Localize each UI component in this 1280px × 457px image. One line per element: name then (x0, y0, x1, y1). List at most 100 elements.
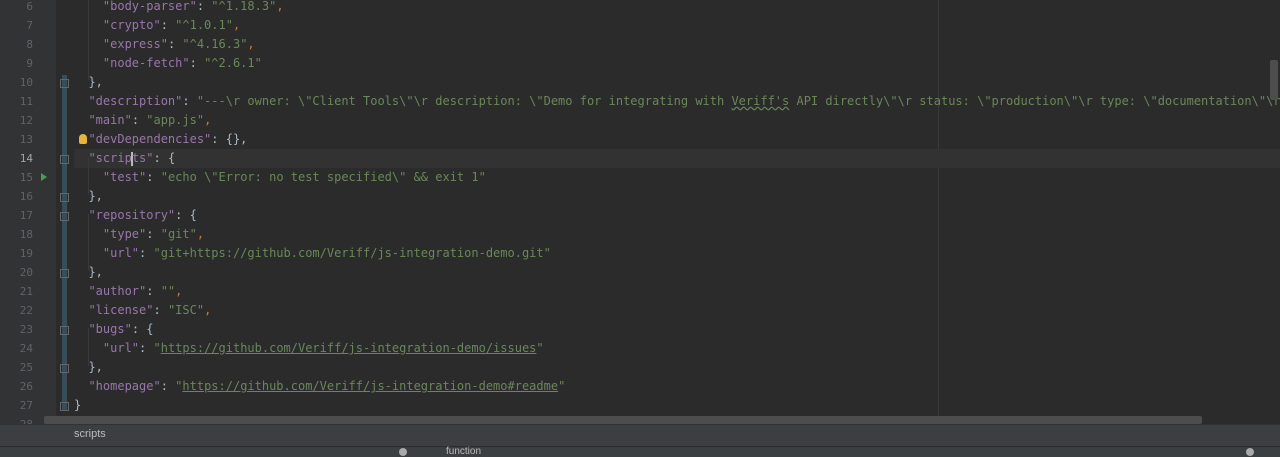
fold-marker-icon[interactable] (60, 193, 69, 202)
code-token: , (204, 303, 212, 317)
code-token: "bugs" (88, 322, 132, 336)
code-line[interactable]: "type": "git", (74, 225, 204, 244)
line-number: 21 (19, 285, 33, 298)
code-line[interactable]: "repository": { (74, 206, 196, 225)
line-number: 10 (19, 76, 33, 89)
code-token: "main" (88, 113, 132, 127)
code-token: ts" (131, 151, 154, 165)
line-gutter[interactable]: 6 7 8 9 10 11 12 13 14 15 16 17 18 19 20 21 22 23 24 25 26 27… (0, 0, 56, 424)
code-token: "^4.16.3" (182, 37, 248, 51)
line-number: 24 (19, 342, 33, 355)
code-token: https://github.com/Veriff/js-integration… (182, 379, 559, 393)
line-number: 6 (26, 0, 33, 13)
line-number: 12 (19, 114, 33, 127)
indent-guide (88, 214, 89, 271)
code-token: "devDependencies" (88, 132, 212, 146)
gear-icon[interactable] (1246, 448, 1254, 456)
code-token: "license" (88, 303, 154, 317)
indent-guide (88, 328, 89, 366)
code-line[interactable]: "node-fetch": "^2.6.1" (74, 54, 262, 73)
vertical-scrollbar[interactable] (1270, 60, 1278, 100)
line-number: 28 (3, 415, 33, 424)
line-number: 22 (19, 304, 33, 317)
code-token: : (167, 37, 183, 51)
breadcrumb-item-scripts[interactable]: scripts (74, 428, 106, 440)
code-token: " (536, 341, 544, 355)
fold-marker-icon[interactable] (60, 155, 69, 164)
fold-marker-icon[interactable] (60, 364, 69, 373)
line-number: 13 (19, 133, 33, 146)
code-token: : { (153, 151, 176, 165)
fold-marker-icon[interactable] (60, 212, 69, 221)
line-number: 18 (19, 228, 33, 241)
code-token: , (204, 113, 212, 127)
code-token: API directly\"\r status: \"production\"\… (789, 94, 1280, 108)
code-token: : (160, 18, 176, 32)
fold-marker-icon[interactable] (60, 269, 69, 278)
indent-guide (88, 0, 89, 80)
code-token: "app.js" (146, 113, 205, 127)
code-token: : (146, 170, 161, 184)
code-token: "url" (102, 341, 140, 355)
code-token: : (160, 379, 176, 393)
code-token: " (558, 379, 566, 393)
line-number: 9 (26, 57, 33, 70)
code-token: "repository" (88, 208, 176, 222)
code-token: : (131, 113, 147, 127)
code-token: "" (160, 284, 176, 298)
code-line[interactable]: "scripts": { (74, 149, 1280, 168)
code-line[interactable]: "author": "", (74, 282, 182, 301)
code-token: : (146, 284, 161, 298)
code-token: : (153, 303, 168, 317)
code-line[interactable]: "main": "app.js", (74, 111, 211, 130)
code-line[interactable]: "bugs": { (74, 320, 153, 339)
code-token: "url" (102, 246, 140, 260)
code-token: " (153, 341, 161, 355)
fold-marker-icon[interactable] (60, 402, 69, 411)
code-line[interactable]: "crypto": "^1.0.1", (74, 16, 240, 35)
code-token: "test" (102, 170, 147, 184)
code-line[interactable]: "body-parser": "^1.18.3", (74, 0, 284, 16)
code-line[interactable]: "devDependencies": {}, (74, 130, 247, 149)
code-token: "body-parser" (102, 0, 197, 13)
code-token: , (232, 18, 241, 32)
code-area[interactable]: "body-parser": "^1.18.3", "crypto": "^1.… (74, 0, 1280, 424)
gear-icon[interactable] (399, 448, 407, 456)
intention-bulb-icon[interactable] (79, 134, 87, 144)
line-number: 16 (19, 190, 33, 203)
run-test-icon[interactable] (41, 173, 47, 181)
code-line[interactable]: "test": "echo \"Error: no test specified… (74, 168, 486, 187)
code-line[interactable]: "license": "ISC", (74, 301, 211, 320)
breadcrumb: scripts (0, 424, 1280, 447)
code-token: "express" (102, 37, 168, 51)
line-number: 19 (19, 247, 33, 260)
code-token: "description" (88, 94, 183, 108)
code-editor[interactable]: 6 7 8 9 10 11 12 13 14 15 16 17 18 19 20 21 22 23 24 25 26 27… (0, 0, 1280, 424)
code-line[interactable]: "description": "---\r owner: \"Client To… (74, 92, 1280, 111)
fold-marker-icon[interactable] (60, 79, 69, 88)
line-number: 11 (19, 95, 33, 108)
line-number: 15 (19, 171, 33, 184)
code-token: "author" (88, 284, 147, 298)
code-line[interactable]: "url": "https://github.com/Veriff/js-int… (74, 339, 544, 358)
code-line[interactable]: } (74, 396, 81, 415)
code-line[interactable]: "homepage": "https://github.com/Veriff/j… (74, 377, 565, 396)
code-line[interactable]: "express": "^4.16.3", (74, 35, 255, 54)
code-token: "^1.0.1" (175, 18, 233, 32)
line-number: 27 (19, 399, 33, 412)
line-number: 25 (19, 361, 33, 374)
line-number: 20 (19, 266, 33, 279)
code-token: "crypto" (102, 18, 161, 32)
code-token: : (146, 227, 161, 241)
code-line[interactable]: "url": "git+https://github.com/Veriff/js… (74, 244, 551, 263)
fold-marker-icon[interactable] (60, 326, 69, 335)
indent-guide (88, 157, 89, 195)
horizontal-scrollbar[interactable] (44, 416, 1202, 424)
code-token: "type" (102, 227, 147, 241)
code-token: "homepage" (88, 379, 161, 393)
